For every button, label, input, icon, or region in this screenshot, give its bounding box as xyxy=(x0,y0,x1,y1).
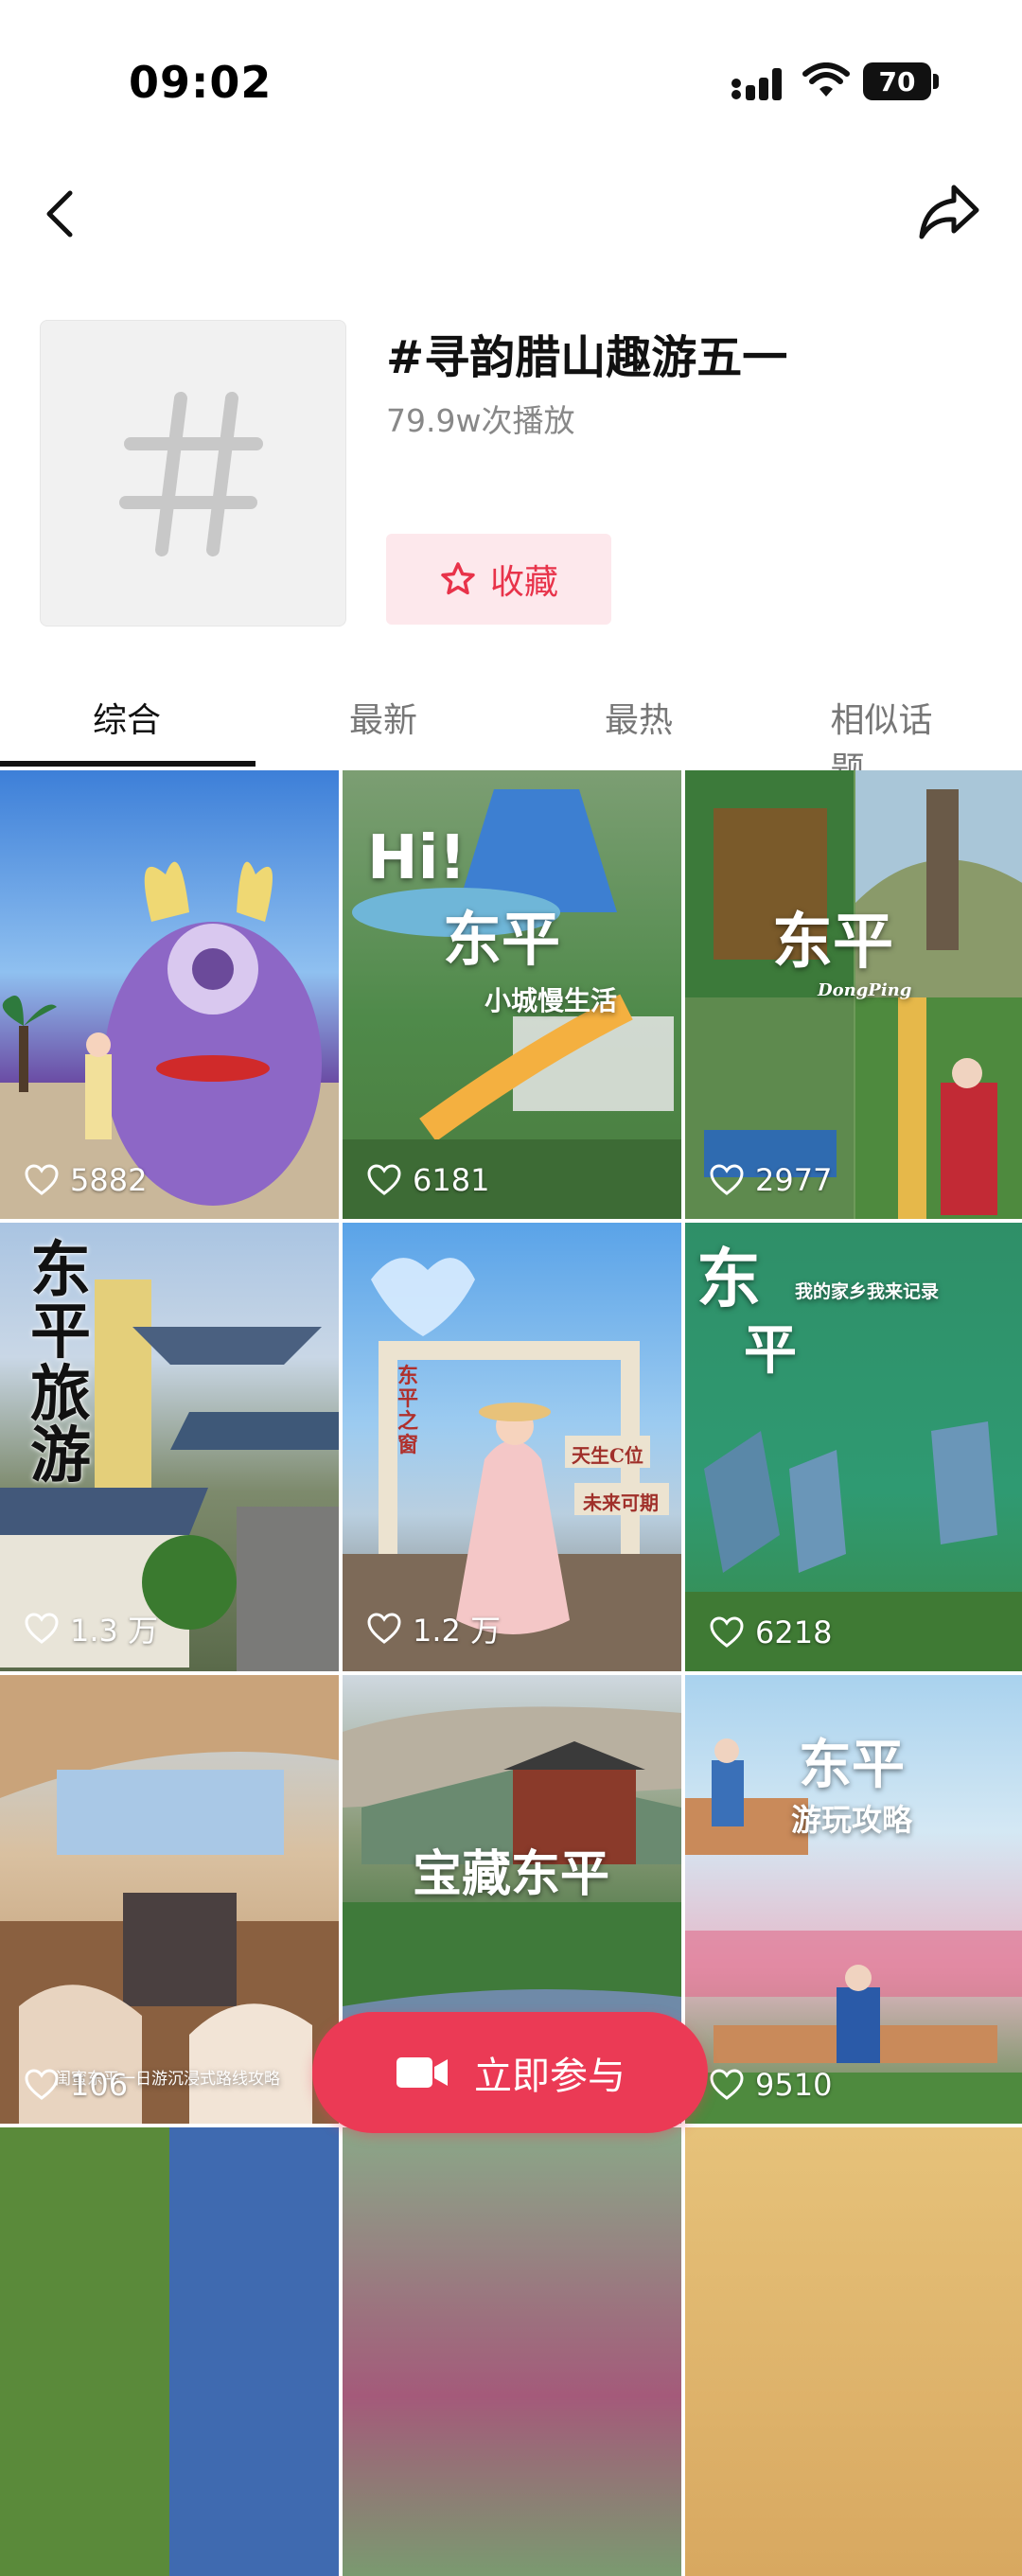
share-icon[interactable] xyxy=(916,182,982,242)
heart-icon xyxy=(367,1613,401,1644)
video-card[interactable]: 东平 DongPing 2977 xyxy=(685,770,1022,1219)
overlay-caption: 我的家乡我来记录 xyxy=(795,1281,940,1302)
join-now-button[interactable]: 立即参与 xyxy=(312,2012,708,2133)
like-count: 106 xyxy=(25,2067,128,2103)
video-thumbnail xyxy=(0,861,339,1219)
tab-bar: 综合 最新 最热 相似话题 xyxy=(0,653,1022,789)
like-count-value: 5882 xyxy=(70,1162,148,1198)
star-icon xyxy=(441,562,475,595)
video-card[interactable]: Hi! 东平 小城慢生活 6181 xyxy=(343,770,681,1219)
overlay-caption: 东平 xyxy=(443,905,561,974)
like-count: 6181 xyxy=(367,1162,489,1198)
active-tab-indicator xyxy=(0,761,256,767)
overlay-caption: 平 xyxy=(744,1319,797,1382)
overlay-caption: 宝藏东平 xyxy=(413,1845,610,1903)
like-count-value: 6181 xyxy=(413,1162,490,1198)
video-grid: 5882 Hi! 东平 小城慢生活 6181 东平 DongPing 2977 … xyxy=(0,770,1022,2576)
status-bar: 09:02 70 xyxy=(0,0,1022,151)
overlay-caption: 天生C位 xyxy=(572,1444,643,1467)
video-card[interactable]: 东平旅游 1.3 万 xyxy=(0,1223,339,1671)
like-count-value: 9510 xyxy=(755,2067,833,2103)
cellular-signal-icon xyxy=(731,68,782,100)
heart-icon xyxy=(710,2069,744,2100)
heart-icon xyxy=(710,1164,744,1195)
battery-tip xyxy=(933,74,939,89)
overlay-caption: 东平旅游 xyxy=(30,1235,91,1491)
hashtag-icon xyxy=(119,392,263,556)
heart-icon xyxy=(25,1613,59,1644)
heart-icon xyxy=(25,1164,59,1195)
join-now-label: 立即参与 xyxy=(474,2055,626,2098)
heart-icon xyxy=(25,2069,59,2100)
topic-play-count: 79.9w次播放 xyxy=(386,402,575,439)
video-card[interactable]: 东 平 我的家乡我来记录 6218 xyxy=(685,1223,1022,1671)
like-count: 9510 xyxy=(710,2067,832,2103)
back-chevron-icon[interactable] xyxy=(34,185,91,242)
favorite-label: 收藏 xyxy=(489,563,558,602)
overlay-caption: 小城慢生活 xyxy=(485,985,618,1016)
video-card[interactable]: 东平之窗 天生C位 未来可期 1.2 万 xyxy=(343,1223,681,1671)
favorite-button[interactable]: 收藏 xyxy=(386,534,611,625)
video-card[interactable] xyxy=(0,2127,339,2576)
overlay-caption: 游玩攻略 xyxy=(791,1802,913,1838)
like-count-value: 6218 xyxy=(755,1614,833,1650)
overlay-caption: 未来可期 xyxy=(583,1491,659,1514)
overlay-caption: 东平 xyxy=(772,907,893,978)
wifi-icon xyxy=(802,62,850,97)
like-count-value: 1.3 万 xyxy=(70,1613,159,1649)
like-count-value: 106 xyxy=(70,2067,129,2103)
overlay-caption: Hi! xyxy=(367,823,467,893)
overlay-caption: DongPing xyxy=(818,980,912,1000)
like-count: 5882 xyxy=(25,1162,147,1198)
heart-icon xyxy=(710,1616,744,1648)
video-card[interactable] xyxy=(343,2127,681,2576)
status-time: 09:02 xyxy=(129,57,273,108)
video-card[interactable]: 5882 xyxy=(0,770,339,1219)
video-thumbnail xyxy=(0,1675,339,2124)
like-count-value: 2977 xyxy=(755,1162,833,1198)
overlay-caption: 东平之窗 xyxy=(397,1364,419,1457)
video-camera-icon xyxy=(396,2057,448,2088)
video-card[interactable] xyxy=(685,2127,1022,2576)
like-count-value: 1.2 万 xyxy=(413,1613,502,1649)
like-count: 1.3 万 xyxy=(25,1607,158,1650)
video-card[interactable]: 东平 游玩攻略 9510 xyxy=(685,1675,1022,2124)
topic-hashtag-thumbnail xyxy=(40,320,346,626)
tab-latest[interactable]: 最新 xyxy=(349,693,417,742)
battery-indicator: 70 xyxy=(863,62,931,100)
like-count: 1.2 万 xyxy=(367,1607,501,1650)
like-count: 6218 xyxy=(710,1614,832,1650)
video-card[interactable]: 闺蜜东平一日游沉浸式路线攻略 106 xyxy=(0,1675,339,2124)
overlay-caption: 东 xyxy=(696,1242,762,1317)
topic-title: #寻韵腊山趣游五一 xyxy=(386,331,788,384)
tab-hottest[interactable]: 最热 xyxy=(605,693,673,742)
overlay-caption: 东平 xyxy=(799,1734,905,1796)
tab-overall[interactable]: 综合 xyxy=(93,693,161,742)
heart-icon xyxy=(367,1164,401,1195)
like-count: 2977 xyxy=(710,1162,832,1198)
